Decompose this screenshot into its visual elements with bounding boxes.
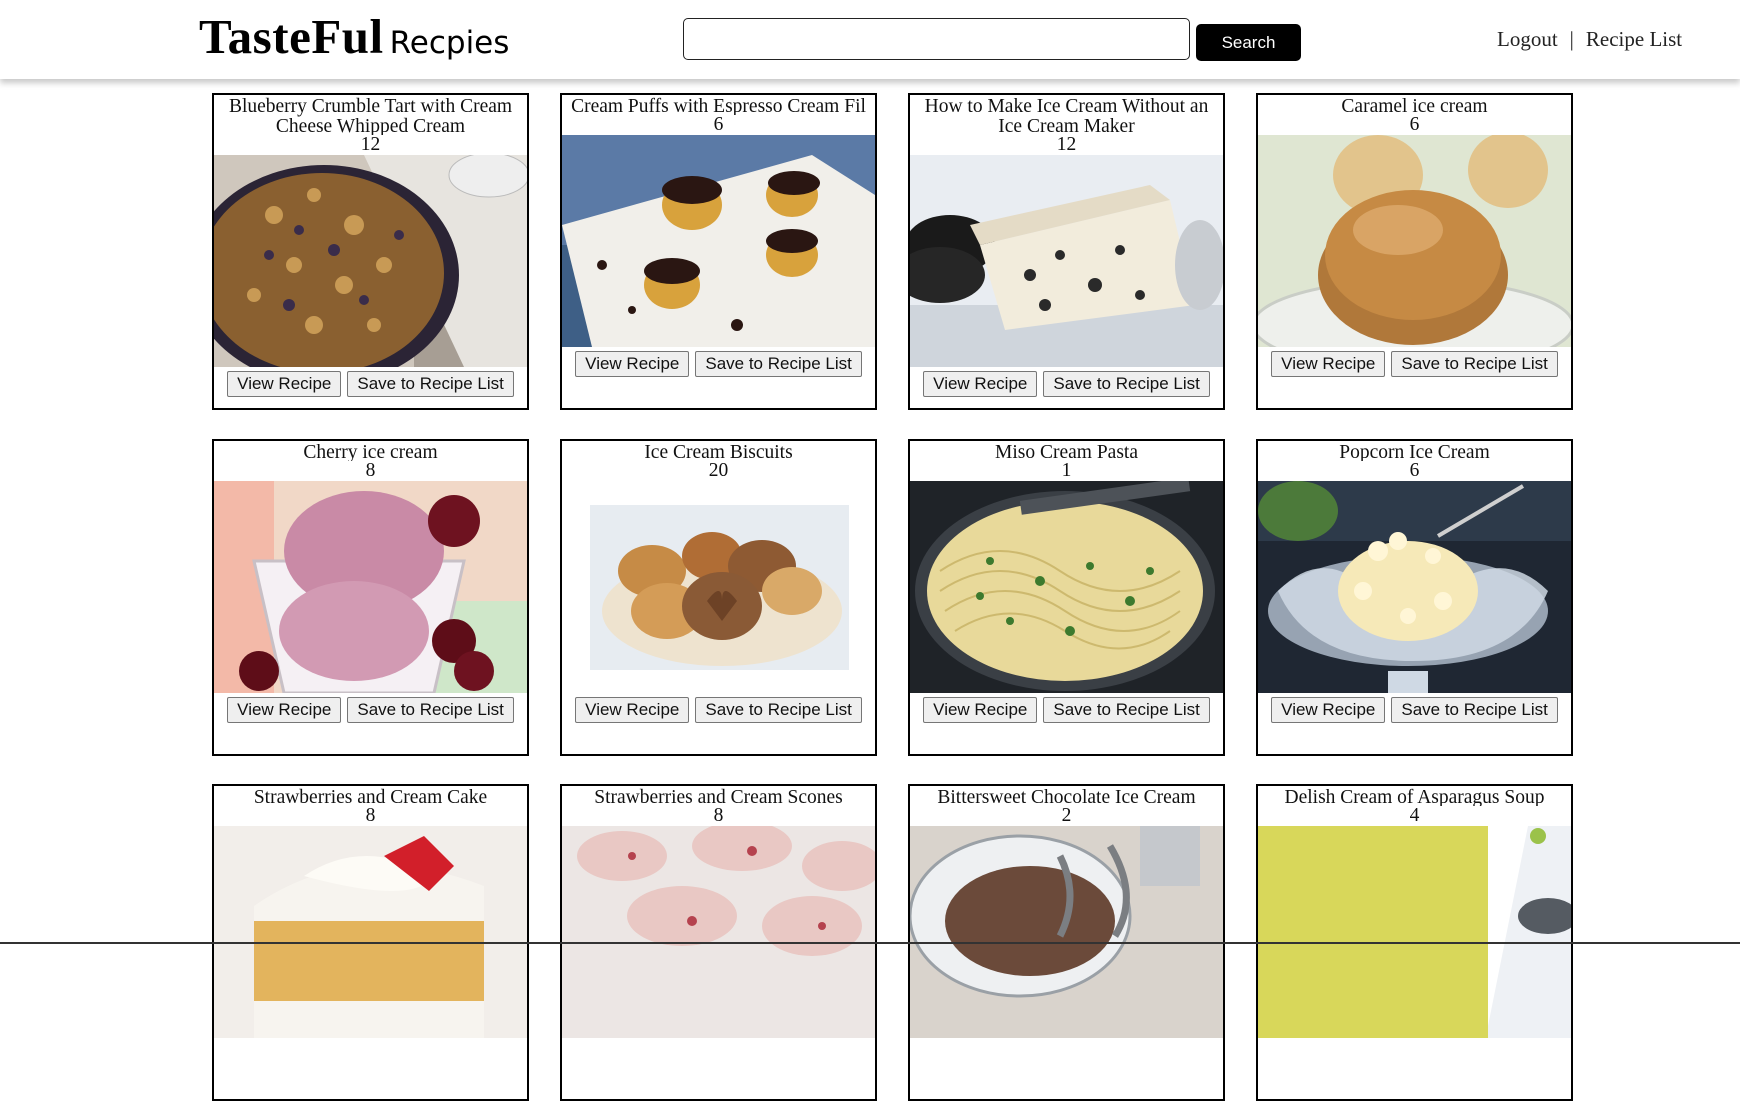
recipe-card: Cherry ice cream 8 View Recipe Save to R…: [212, 439, 529, 756]
recipe-image[interactable]: [562, 481, 875, 693]
view-recipe-button[interactable]: View Recipe: [575, 697, 690, 723]
recipe-title: Cherry ice cream: [303, 442, 438, 462]
recipe-list-link[interactable]: Recipe List: [1586, 27, 1682, 51]
save-to-recipe-list-button[interactable]: Save to Recipe List: [1043, 697, 1210, 723]
recipe-count: 8: [365, 460, 376, 481]
recipe-actions: View Recipe Save to Recipe List: [1258, 351, 1571, 377]
recipe-count: 20: [708, 460, 729, 481]
recipe-title: Strawberries and Cream Cake: [253, 787, 488, 807]
recipe-actions: View Recipe Save to Recipe List: [214, 697, 527, 723]
site-header: TasteFul Recpies Search Logout | Recipe Lis…: [0, 0, 1740, 79]
recipe-count: 4: [1409, 805, 1420, 826]
recipe-card: Miso Cream Pasta 1 View Recipe Save to R…: [908, 439, 1225, 756]
recipe-card: Caramel ice cream 6 View Recipe Save to …: [1256, 93, 1573, 410]
recipe-title: Delish Cream of Asparagus Soup: [1284, 787, 1545, 807]
save-to-recipe-list-button[interactable]: Save to Recipe List: [695, 697, 862, 723]
recipe-card: Popcorn Ice Cream 6 View Recipe Save to …: [1256, 439, 1573, 756]
recipe-card: Blueberry Crumble Tart with Cream Cheese…: [212, 93, 529, 410]
recipe-actions: View Recipe Save to Recipe List: [910, 371, 1223, 397]
save-to-recipe-list-button[interactable]: Save to Recipe List: [695, 351, 862, 377]
recipe-title: Popcorn Ice Cream: [1339, 442, 1490, 462]
save-to-recipe-list-button[interactable]: Save to Recipe List: [1391, 351, 1558, 377]
site-logo[interactable]: TasteFul Recpies: [199, 8, 509, 65]
recipe-count: 6: [1409, 460, 1420, 481]
nav-separator: |: [1569, 27, 1574, 51]
search-input[interactable]: [683, 18, 1190, 60]
logout-link[interactable]: Logout: [1497, 27, 1558, 51]
recipe-title: Ice Cream Biscuits: [644, 442, 793, 462]
recipe-image[interactable]: [1258, 135, 1571, 347]
recipe-image[interactable]: [910, 826, 1223, 1038]
recipe-count: 8: [365, 805, 376, 826]
recipe-image[interactable]: [214, 826, 527, 1038]
recipe-actions: View Recipe Save to Recipe List: [562, 351, 875, 377]
recipe-card: Ice Cream Biscuits 20 View Recipe Save t…: [560, 439, 877, 756]
recipe-image[interactable]: [1258, 481, 1571, 693]
recipe-image[interactable]: [910, 481, 1223, 693]
view-recipe-button[interactable]: View Recipe: [1271, 351, 1386, 377]
recipe-count: 1: [1061, 460, 1072, 481]
recipe-count: 12: [360, 134, 381, 155]
recipe-title: How to Make Ice Cream Without an Ice Cre…: [924, 96, 1209, 136]
recipe-title: Caramel ice cream: [1341, 96, 1488, 116]
recipe-image[interactable]: [214, 481, 527, 693]
recipe-title: Bittersweet Chocolate Ice Cream: [937, 787, 1196, 807]
recipe-title: Cream Puffs with Espresso Cream Fil: [571, 96, 866, 116]
recipe-title: Miso Cream Pasta: [995, 442, 1138, 462]
recipe-count: 8: [713, 805, 724, 826]
view-recipe-button[interactable]: View Recipe: [227, 697, 342, 723]
recipe-count: 6: [713, 114, 724, 135]
logo-title: TasteFul: [199, 9, 384, 64]
save-to-recipe-list-button[interactable]: Save to Recipe List: [1391, 697, 1558, 723]
recipe-actions: View Recipe Save to Recipe List: [910, 697, 1223, 723]
logo-subtitle: Recpies: [389, 25, 510, 61]
recipe-image[interactable]: [562, 135, 875, 347]
recipe-title: Strawberries and Cream Scones: [594, 787, 843, 807]
save-to-recipe-list-button[interactable]: Save to Recipe List: [347, 371, 514, 397]
recipe-actions: View Recipe Save to Recipe List: [214, 371, 527, 397]
recipe-actions: View Recipe Save to Recipe List: [562, 697, 875, 723]
top-nav: Logout | Recipe List: [1497, 27, 1682, 52]
view-recipe-button[interactable]: View Recipe: [923, 697, 1038, 723]
recipe-image[interactable]: [562, 826, 875, 1038]
recipe-actions: View Recipe Save to Recipe List: [1258, 697, 1571, 723]
view-recipe-button[interactable]: View Recipe: [575, 351, 690, 377]
view-recipe-button[interactable]: View Recipe: [1271, 697, 1386, 723]
recipe-count: 2: [1061, 805, 1072, 826]
view-recipe-button[interactable]: View Recipe: [227, 371, 342, 397]
save-to-recipe-list-button[interactable]: Save to Recipe List: [1043, 371, 1210, 397]
recipe-image[interactable]: [214, 155, 527, 367]
recipe-card: Cream Puffs with Espresso Cream Fil 6 Vi…: [560, 93, 877, 410]
recipe-count: 12: [1056, 134, 1077, 155]
recipe-image[interactable]: [910, 155, 1223, 367]
search-button[interactable]: Search: [1196, 24, 1301, 61]
save-to-recipe-list-button[interactable]: Save to Recipe List: [347, 697, 514, 723]
recipe-title: Blueberry Crumble Tart with Cream Cheese…: [228, 96, 513, 136]
recipe-image[interactable]: [1258, 826, 1571, 1038]
recipe-card: How to Make Ice Cream Without an Ice Cre…: [908, 93, 1225, 410]
recipe-count: 6: [1409, 114, 1420, 135]
view-recipe-button[interactable]: View Recipe: [923, 371, 1038, 397]
